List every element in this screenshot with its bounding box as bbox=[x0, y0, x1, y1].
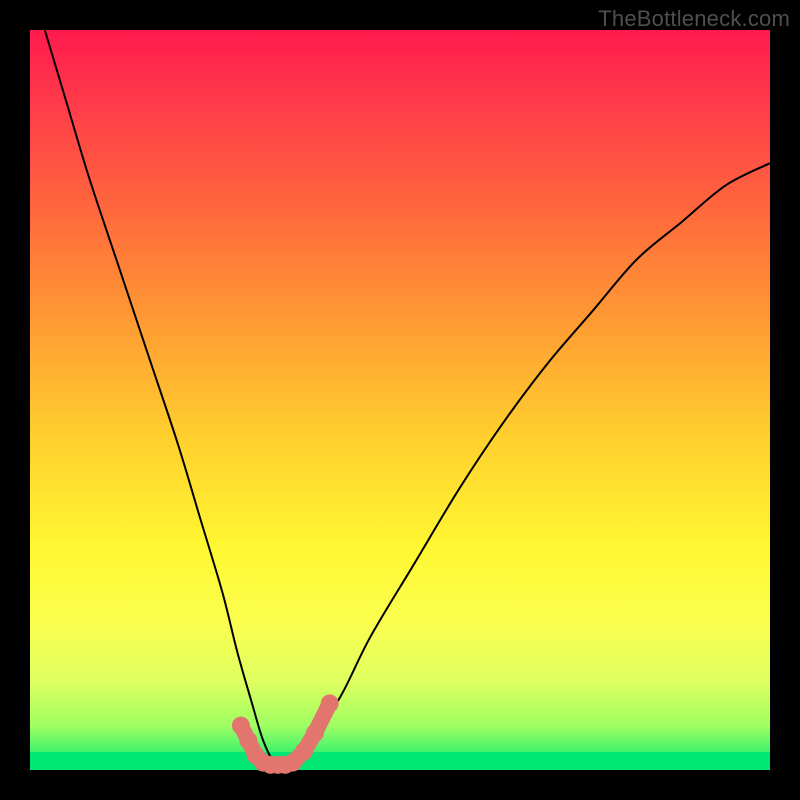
bottleneck-curve-path bbox=[45, 30, 770, 770]
optimal-marker-group bbox=[232, 694, 339, 773]
optimal-marker-dot bbox=[306, 724, 324, 742]
optimal-marker-dot bbox=[295, 743, 313, 761]
chart-svg bbox=[30, 30, 770, 770]
chart-area bbox=[30, 30, 770, 770]
optimal-marker-dot bbox=[321, 694, 339, 712]
watermark-text: TheBottleneck.com bbox=[598, 6, 790, 32]
outer-frame: TheBottleneck.com bbox=[0, 0, 800, 800]
